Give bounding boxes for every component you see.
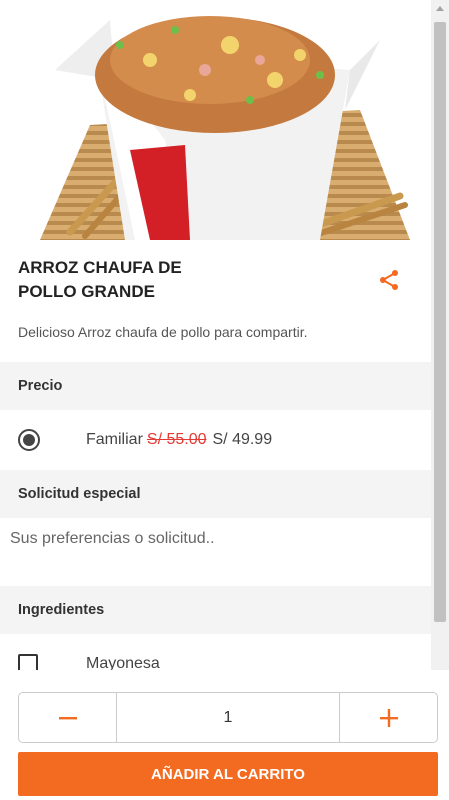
quantity-value[interactable]: 1 bbox=[116, 693, 340, 742]
share-icon[interactable] bbox=[377, 268, 401, 292]
ingredient-item-mayonesa[interactable]: Mayonesa bbox=[0, 634, 431, 670]
price-radio[interactable] bbox=[18, 429, 40, 451]
scroll-up-arrow-icon[interactable] bbox=[436, 6, 444, 11]
plus-icon bbox=[379, 708, 398, 727]
new-price: S/ 49.99 bbox=[212, 431, 273, 448]
product-image bbox=[0, 0, 431, 240]
price-option-familiar[interactable]: Familiar S/ 55.00 S/ 49.99 bbox=[0, 410, 431, 470]
price-option-label: Familiar bbox=[86, 431, 143, 448]
ingredients-header: Ingredientes bbox=[0, 586, 431, 634]
minus-icon bbox=[58, 716, 77, 719]
add-to-cart-button[interactable]: AÑADIR AL CARRITO bbox=[18, 752, 438, 796]
special-request-input[interactable] bbox=[10, 530, 421, 574]
product-detail-scroll[interactable]: ARROZ CHAUFA DE POLLO GRANDE Delicioso A… bbox=[0, 0, 431, 670]
product-title-line2: POLLO GRANDE bbox=[18, 282, 155, 301]
decrement-button[interactable] bbox=[19, 693, 116, 742]
product-description: Delicioso Arroz chaufa de pollo para com… bbox=[18, 324, 308, 340]
increment-button[interactable] bbox=[340, 693, 437, 742]
ingredient-label: Mayonesa bbox=[86, 655, 160, 670]
ingredient-checkbox[interactable] bbox=[18, 654, 38, 670]
product-title-line1: ARROZ CHAUFA DE bbox=[18, 258, 182, 277]
scrollbar[interactable] bbox=[431, 0, 449, 670]
special-request-container bbox=[0, 518, 431, 586]
product-title-row: ARROZ CHAUFA DE POLLO GRANDE bbox=[0, 240, 431, 310]
old-price: S/ 55.00 bbox=[146, 431, 207, 448]
radio-selected-dot bbox=[23, 434, 35, 446]
special-request-header: Solicitud especial bbox=[0, 470, 431, 518]
price-section-header: Precio bbox=[0, 362, 431, 410]
quantity-stepper: 1 bbox=[18, 692, 438, 743]
product-title: ARROZ CHAUFA DE POLLO GRANDE bbox=[18, 256, 278, 304]
scrollbar-thumb[interactable] bbox=[434, 22, 446, 622]
